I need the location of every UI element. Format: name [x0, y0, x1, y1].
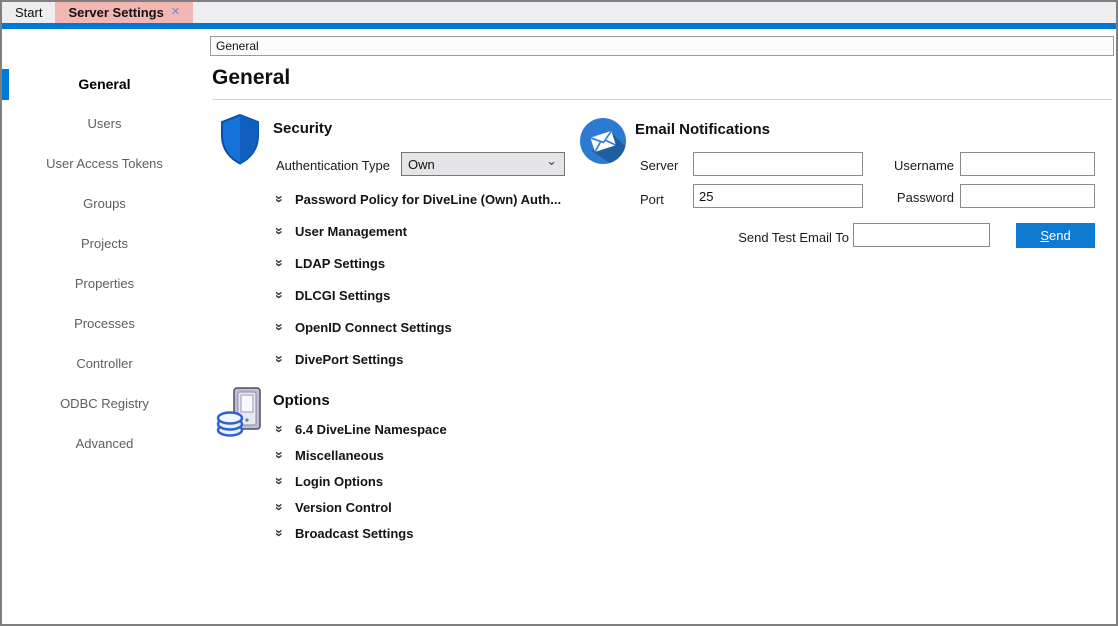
section-user-management[interactable]: » User Management	[274, 215, 561, 247]
options-section-heading: Options	[273, 392, 330, 409]
send-test-email-input[interactable]	[853, 223, 990, 247]
tab-start[interactable]: Start	[2, 2, 55, 23]
sidebar-item-label: Users	[88, 116, 122, 131]
section-label: User Management	[295, 224, 407, 239]
section-version-control[interactable]: » Version Control	[274, 494, 447, 520]
email-icon	[580, 118, 626, 169]
double-chevron-down-icon: »	[273, 527, 287, 539]
sidebar-item-label: Groups	[83, 196, 126, 211]
username-label: Username	[882, 158, 954, 173]
section-openid-connect-settings[interactable]: » OpenID Connect Settings	[274, 311, 561, 343]
title-divider	[212, 99, 1112, 100]
password-input[interactable]	[960, 184, 1095, 208]
section-ldap-settings[interactable]: » LDAP Settings	[274, 247, 561, 279]
section-label: 6.4 DiveLine Namespace	[295, 422, 447, 437]
double-chevron-down-icon: »	[273, 475, 287, 487]
sidebar: General Users User Access Tokens Groups …	[2, 64, 207, 464]
double-chevron-down-icon: »	[273, 449, 287, 461]
double-chevron-down-icon: »	[273, 423, 287, 435]
auth-type-selected-value: Own	[408, 157, 435, 172]
sidebar-item-general[interactable]: General	[2, 64, 207, 104]
section-diveline-namespace[interactable]: » 6.4 DiveLine Namespace	[274, 416, 447, 442]
port-label: Port	[640, 192, 664, 207]
server-label: Server	[640, 158, 678, 173]
sidebar-item-controller[interactable]: Controller	[2, 344, 207, 384]
tab-server-settings[interactable]: Server Settings ✕	[55, 2, 193, 23]
section-label: Miscellaneous	[295, 448, 384, 463]
double-chevron-down-icon: »	[273, 353, 287, 365]
username-input[interactable]	[960, 152, 1095, 176]
tab-start-label: Start	[15, 5, 42, 20]
section-label: OpenID Connect Settings	[295, 320, 452, 335]
section-login-options[interactable]: » Login Options	[274, 468, 447, 494]
sidebar-item-label: Controller	[76, 356, 132, 371]
server-settings-window: Start Server Settings ✕ General Users Us…	[0, 0, 1118, 626]
sidebar-item-label: General	[78, 76, 130, 92]
sidebar-item-label: ODBC Registry	[60, 396, 149, 411]
sidebar-item-user-access-tokens[interactable]: User Access Tokens	[2, 144, 207, 184]
send-test-email-label: Send Test Email To	[702, 230, 849, 245]
sidebar-item-users[interactable]: Users	[2, 104, 207, 144]
sidebar-item-label: Projects	[81, 236, 128, 251]
shield-icon	[219, 114, 261, 170]
section-label: DivePort Settings	[295, 352, 403, 367]
section-broadcast-settings[interactable]: » Broadcast Settings	[274, 520, 447, 546]
sidebar-item-label: Processes	[74, 316, 135, 331]
auth-type-label: Authentication Type	[276, 158, 390, 173]
sidebar-item-odbc-registry[interactable]: ODBC Registry	[2, 384, 207, 424]
section-label: Broadcast Settings	[295, 526, 413, 541]
section-label: LDAP Settings	[295, 256, 385, 271]
section-label: Password Policy for DiveLine (Own) Auth.…	[295, 192, 561, 207]
send-button-accesskey: S	[1040, 228, 1049, 243]
server-input[interactable]	[693, 152, 863, 176]
active-item-accent-bar	[2, 69, 9, 100]
sidebar-item-groups[interactable]: Groups	[2, 184, 207, 224]
section-label: Version Control	[295, 500, 392, 515]
breadcrumb: General	[210, 36, 1114, 56]
double-chevron-down-icon: »	[273, 321, 287, 333]
section-label: DLCGI Settings	[295, 288, 390, 303]
section-diveport-settings[interactable]: » DivePort Settings	[274, 343, 561, 375]
section-dlcgi-settings[interactable]: » DLCGI Settings	[274, 279, 561, 311]
email-section-heading: Email Notifications	[635, 121, 770, 138]
security-section-heading: Security	[273, 120, 332, 137]
security-collapse-list: » Password Policy for DiveLine (Own) Aut…	[274, 183, 561, 375]
auth-type-dropdown[interactable]: Own ⌄	[401, 152, 565, 176]
sidebar-item-processes[interactable]: Processes	[2, 304, 207, 344]
section-miscellaneous[interactable]: » Miscellaneous	[274, 442, 447, 468]
double-chevron-down-icon: »	[273, 289, 287, 301]
sidebar-item-projects[interactable]: Projects	[2, 224, 207, 264]
double-chevron-down-icon: »	[273, 501, 287, 513]
server-database-icon	[216, 387, 268, 442]
double-chevron-down-icon: »	[273, 257, 287, 269]
close-icon[interactable]: ✕	[171, 7, 180, 18]
tab-strip: Start Server Settings ✕	[2, 2, 1116, 23]
sidebar-item-label: User Access Tokens	[46, 156, 163, 171]
send-button[interactable]: Send	[1016, 223, 1095, 248]
sidebar-item-label: Properties	[75, 276, 134, 291]
section-label: Login Options	[295, 474, 383, 489]
section-password-policy[interactable]: » Password Policy for DiveLine (Own) Aut…	[274, 183, 561, 215]
sidebar-item-advanced[interactable]: Advanced	[2, 424, 207, 464]
options-collapse-list: » 6.4 DiveLine Namespace » Miscellaneous…	[274, 416, 447, 546]
page-title: General	[212, 66, 290, 90]
tab-server-settings-label: Server Settings	[68, 5, 163, 20]
double-chevron-down-icon: »	[273, 225, 287, 237]
password-label: Password	[882, 190, 954, 205]
accent-top-bar	[2, 23, 1116, 29]
double-chevron-down-icon: »	[273, 193, 287, 205]
sidebar-item-label: Advanced	[76, 436, 134, 451]
send-button-label-rest: end	[1049, 228, 1071, 243]
chevron-down-icon: ⌄	[546, 158, 557, 165]
port-input[interactable]	[693, 184, 863, 208]
sidebar-item-properties[interactable]: Properties	[2, 264, 207, 304]
